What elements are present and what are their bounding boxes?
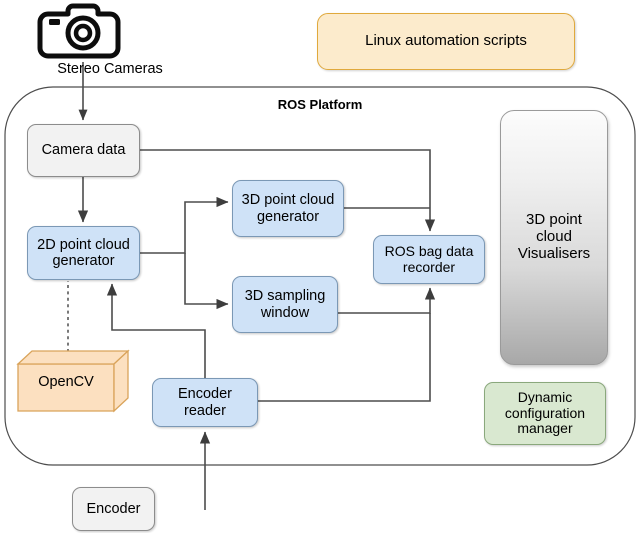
- line-1: Dynamic: [517, 388, 573, 405]
- camera-lens-outer: [65, 15, 101, 51]
- node-3d-sampling-window-label: 3D sampling window: [245, 288, 326, 320]
- node-encoder-reader[interactable]: Encoder reader: [152, 378, 258, 427]
- diagram-canvas: Stereo Cameras ROS Platform Linux automa…: [0, 0, 640, 533]
- stereo-cameras-label: Stereo Cameras: [57, 61, 163, 77]
- line-3: Visualisers: [517, 244, 591, 262]
- node-2d-point-cloud-generator[interactable]: 2D point cloud generator: [27, 226, 140, 280]
- node-linux-automation-scripts[interactable]: Linux automation scripts: [317, 13, 575, 70]
- node-3d-sampling-window[interactable]: 3D sampling window: [232, 276, 338, 333]
- node-3d-point-cloud-generator[interactable]: 3D point cloud generator: [232, 180, 344, 237]
- line-1: 3D sampling: [244, 288, 326, 305]
- line-2: window: [260, 304, 310, 321]
- node-3d-point-cloud-generator-label: 3D point cloud generator: [242, 192, 335, 224]
- line-1: 2D point cloud: [37, 236, 130, 253]
- node-3d-point-cloud-visualisers[interactable]: 3D point cloud Visualisers: [500, 110, 608, 365]
- line-2: cloud: [536, 228, 572, 246]
- line-2: generator: [52, 253, 115, 269]
- opencv-top-face: [16, 350, 130, 365]
- line-2: reader: [184, 402, 226, 419]
- node-linux-automation-scripts-label: Linux automation scripts: [365, 32, 527, 50]
- edge-sampling-to-rosbag: [338, 287, 436, 314]
- edge-2dgen-to-3dgen: [140, 196, 229, 254]
- node-encoder-label: Encoder: [86, 500, 141, 517]
- node-encoder[interactable]: Encoder: [72, 487, 155, 531]
- camera-icon: [37, 3, 121, 59]
- line-1: 3D point: [526, 211, 582, 229]
- line-2: generator: [256, 208, 320, 225]
- node-2d-point-cloud-generator-label: 2D point cloud generator: [37, 237, 130, 269]
- line-1: Encoder: [177, 386, 232, 403]
- node-ros-bag-data-recorder[interactable]: ROS bag data recorder: [373, 235, 485, 284]
- camera-flash: [49, 19, 60, 25]
- node-dynamic-configuration-manager[interactable]: Dynamic configuration manager: [484, 382, 606, 445]
- line-3: manager: [517, 420, 573, 437]
- node-ros-bag-data-recorder-label: ROS bag data recorder: [384, 242, 474, 275]
- line-1: ROS bag data: [384, 242, 474, 259]
- line-1: 3D point cloud: [241, 192, 335, 209]
- line-2: configuration: [504, 404, 586, 421]
- node-camera-data-label: Camera data: [41, 142, 126, 159]
- edge-2dgen-to-sampling: [184, 253, 229, 310]
- node-camera-data[interactable]: Camera data: [27, 124, 140, 177]
- node-dynamic-configuration-manager-label: Dynamic configuration manager: [504, 388, 586, 437]
- node-3d-point-cloud-visualisers-label: 3D point cloud Visualisers: [517, 211, 591, 262]
- node-opencv-label: OpenCV: [38, 374, 94, 390]
- line-2: recorder: [402, 258, 456, 275]
- node-encoder-reader-label: Encoder reader: [178, 386, 232, 418]
- camera-lens-inner: [73, 23, 93, 43]
